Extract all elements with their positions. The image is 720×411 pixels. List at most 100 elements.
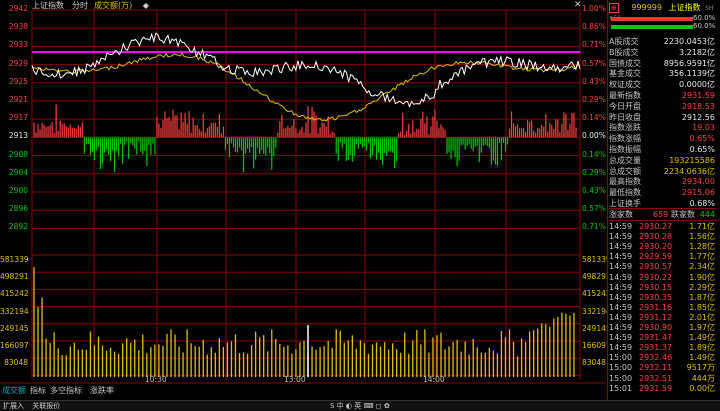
stat-row: A股成交 2230.0453亿 (609, 36, 717, 47)
volume-axis-label: 166097 (0, 341, 29, 350)
price-axis-label: 2929 (8, 58, 28, 68)
stat-value: 19.03 (692, 123, 715, 133)
stat-label: 昨日收盘 (609, 112, 641, 122)
tab-updown-rate-label: 涨跌率 (90, 386, 114, 395)
pct-axis-label: 0.29% (582, 95, 606, 104)
stat-value: 2918.53 (681, 101, 715, 111)
volume-axis-label: 415242 (0, 289, 29, 299)
stat-label: 最高指数 (609, 177, 641, 187)
stat-value: 0.65% (689, 145, 715, 154)
stat-label: 总成交量 (609, 155, 641, 165)
stat-row: 指数振幅 0.65% (609, 144, 717, 155)
price-axis-label: 2917 (8, 113, 28, 123)
index-name: 上证指数 (32, 1, 64, 10)
volume-axis-label: 332194 (0, 306, 29, 316)
quote-header: ⊕ 999999 上证指数 SH X62 (609, 2, 717, 22)
pct-axis-label: 0.14% (582, 113, 606, 123)
stat-row: 昨日收盘 2912.56 (609, 112, 717, 123)
pct-axis-label: 0.14% (582, 149, 606, 159)
status-bar: 扩展入 关联报价 S 中 ◐ 英 ⌨ ◻ ✿ (0, 400, 720, 411)
price-axis-label: 2942 (8, 4, 28, 13)
stat-value: 2234.0636亿 (663, 166, 715, 176)
stat-row: 基金成交 356.1139亿 (609, 68, 717, 79)
tab-volume[interactable]: 成交额 (2, 385, 26, 396)
pct-axis-label: 0.71% (582, 40, 606, 50)
stat-row: 指数涨跌 19.03 (609, 122, 717, 133)
chart-header: 上证指数 分时 成交额(万) ◆ (0, 0, 200, 10)
up-count-label: 涨家数 (609, 210, 633, 219)
tick-row: 15:01 2931.59 0.00亿 (609, 383, 717, 394)
pct-axis-label: 0.29% (582, 167, 606, 177)
stat-value: 193215586 (669, 155, 715, 165)
panel-divider (607, 0, 608, 400)
volume-axis-label-right: 581339 (582, 255, 611, 264)
status-expand[interactable]: 扩展入 (3, 402, 24, 410)
stat-label: B股成交 (609, 47, 639, 57)
tab-indicator[interactable]: 指标 (30, 385, 46, 396)
mode-label[interactable]: 分时 (72, 1, 88, 10)
down-count-label: 跌家数 (671, 210, 695, 219)
stat-value: 356.1139亿 (668, 69, 715, 79)
stat-value: 2230.0453亿 (663, 37, 715, 46)
volume-axis-label-right: 498291 (582, 272, 611, 282)
price-axis-label: 2913 (8, 131, 28, 141)
stat-value: 0.65% (689, 134, 715, 144)
tab-volume-label: 成交额 (2, 386, 26, 395)
volume-axis-label-right: 83048 (582, 358, 606, 368)
info-icon[interactable]: ⊕ (609, 3, 619, 13)
price-axis-label: 2921 (8, 95, 28, 104)
stat-label: 最低指数 (609, 188, 641, 198)
stat-row: 最低指数 2915.06 (609, 187, 717, 198)
pct-axis-label: 0.71% (582, 222, 606, 232)
stat-value: 2912.56 (681, 112, 715, 122)
chart-canvas[interactable] (0, 0, 606, 400)
security-code: 999999 (631, 3, 662, 12)
price-axis-label: 2904 (8, 167, 28, 177)
intraday-chart[interactable] (0, 0, 606, 400)
stat-label: 指数振幅 (609, 145, 641, 154)
price-axis-label: 2933 (8, 40, 28, 50)
volume-axis-label: 249145 (0, 323, 29, 333)
stat-label: 权证成交 (609, 80, 641, 90)
sell-ratio-bar (611, 25, 693, 29)
tab-bullbear-label: 多空指标 (50, 386, 82, 395)
pct-axis-label: 0.57% (582, 204, 606, 214)
stat-value: 0.0000亿 (679, 80, 715, 90)
average-price-line (31, 52, 581, 122)
stat-row: 最新指数 2931.59 (609, 90, 717, 101)
stat-label: 总成交额 (609, 166, 641, 176)
quote-panel: ⊕ 999999 上证指数 SH X62 60.0% 60.0% A股成交 223… (607, 0, 720, 400)
stat-row: 今日开盘 2918.53 (609, 101, 717, 112)
pct-axis-label: 0.43% (582, 76, 606, 86)
up-count: 659 (653, 210, 669, 219)
stat-value: 3.2182亿 (679, 47, 715, 57)
security-name: 上证指数 (668, 3, 701, 12)
time-axis-label: 10:30 (145, 375, 167, 384)
tab-updown-rate[interactable]: 涨跌率 (90, 385, 114, 396)
price-axis-label: 2896 (8, 204, 28, 214)
volume-axis-label-right: 415242 (582, 289, 611, 299)
stat-value: 8956.9591亿 (663, 58, 715, 68)
pct-axis-label: 0.00% (582, 131, 606, 141)
stat-label: 指数涨跌 (609, 123, 641, 133)
stat-value: 2934.00 (681, 177, 715, 187)
stat-label: A股成交 (609, 37, 639, 46)
status-related-quote[interactable]: 关联报价 (32, 402, 60, 410)
stat-row: 最高指数 2934.00 (609, 176, 717, 187)
stat-label: 基金成交 (609, 69, 641, 79)
price-axis-label: 2900 (8, 186, 28, 195)
volume-axis-label: 581339 (0, 255, 29, 264)
buy-ratio-bar (611, 17, 693, 21)
price-axis-label: 2892 (8, 222, 28, 232)
stat-label: 最新指数 (609, 91, 641, 100)
price-axis-label: 2938 (8, 22, 28, 32)
volume-axis-label: 498291 (0, 272, 29, 282)
pct-axis-label: 0.86% (582, 22, 606, 32)
diamond-icon: ◆ (142, 1, 149, 10)
stat-value: 2915.06 (681, 188, 715, 198)
tab-bullbear[interactable]: 多空指标 (50, 385, 82, 396)
price-axis-label: 2925 (8, 76, 28, 86)
tick-time: 15:01 (609, 383, 633, 393)
stat-row: 权证成交 0.0000亿 (609, 79, 717, 90)
sell-ratio-pct: 60.0% (693, 22, 716, 30)
